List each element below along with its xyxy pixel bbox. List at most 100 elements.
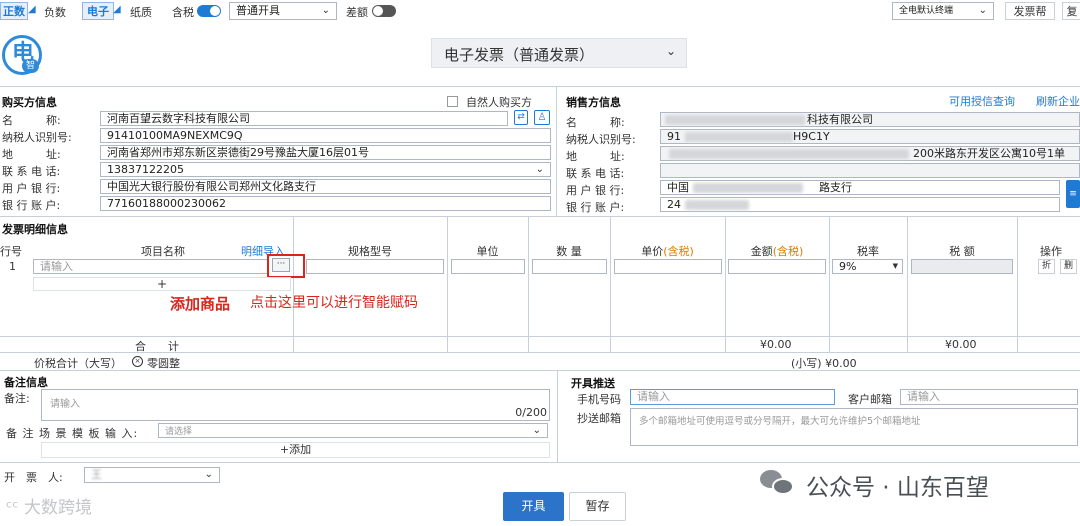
template-select[interactable]: 请选择 ⌄: [158, 423, 548, 438]
spec-input[interactable]: [306, 259, 444, 274]
buyer-name-field[interactable]: 河南百望云数字科技有限公司: [100, 111, 508, 126]
total-divider: [0, 336, 1080, 337]
caret-down-icon: ▼: [892, 262, 898, 270]
natural-person-checkbox[interactable]: [447, 96, 458, 107]
buyer-phone-field[interactable]: 13837122205 ⌄: [100, 162, 551, 177]
buyer-account-field[interactable]: 77160188000230062: [100, 196, 551, 211]
annotation-add-item: 添加商品: [170, 295, 231, 313]
seller-bank-suffix: 路支行: [819, 181, 852, 194]
seller-name-field: 科技有限公司: [660, 112, 1080, 127]
help-button[interactable]: 发票帮: [1005, 2, 1055, 20]
phone-input[interactable]: 请输入: [630, 389, 835, 405]
total-tax: ¥0.00: [945, 338, 977, 351]
seller-bank-button[interactable]: ≡: [1066, 180, 1080, 208]
col-divider: [1017, 216, 1018, 352]
add-row-button[interactable]: +: [33, 277, 291, 291]
issue-button[interactable]: 开具: [503, 492, 564, 521]
electronic-check-icon: ◢: [113, 4, 121, 15]
tax-included-toggle[interactable]: [197, 5, 221, 17]
negative-invoice-button[interactable]: 负数: [44, 4, 66, 20]
buyer-title: 购买方信息: [2, 96, 57, 109]
col-spec: 规格型号: [348, 245, 392, 258]
difference-label: 差额: [346, 6, 368, 19]
price-input[interactable]: [614, 259, 722, 274]
seller-bank-prefix: 中国: [667, 181, 689, 194]
copy-button[interactable]: 复: [1062, 2, 1080, 20]
seller-title: 销售方信息: [566, 96, 621, 109]
col-qty: 数 量: [556, 245, 582, 258]
redacted-block: [669, 149, 909, 159]
watermark-left: ᶜᶜ 大数跨境: [6, 493, 92, 518]
issuer-select[interactable]: 王 ⌄: [84, 467, 220, 483]
col-divider: [907, 216, 908, 352]
grand-divider: [0, 352, 1080, 353]
buyer-phone-label: 联 系 电 话:: [2, 165, 61, 178]
buyer-taxid-field[interactable]: 91410100MA9NEXMC9Q: [100, 128, 551, 143]
buyer-bank-label: 用 户 银 行:: [2, 182, 61, 195]
tax-amount-field: [911, 259, 1013, 274]
seller-section: 销售方信息 可用授信查询 刷新企业 名 称: 科技有限公司 纳税人识别号: 91…: [560, 88, 1080, 215]
col-divider: [528, 216, 529, 352]
buyer-name-value: 河南百望云数字科技有限公司: [107, 112, 250, 125]
invoice-type-value: 电子发票（普通发票）: [444, 46, 595, 64]
remarks-placeholder: 请输入: [50, 399, 80, 410]
col-divider: [829, 216, 830, 352]
col-amount-label: 金额: [750, 245, 773, 258]
seller-address-field: 200米路东开发区公寓10号1单: [660, 146, 1080, 161]
invoice-type-select[interactable]: 电子发票（普通发票） ⌄: [431, 38, 687, 68]
seller-account-field[interactable]: 24: [660, 197, 1060, 212]
unit-input[interactable]: [451, 259, 525, 274]
wechat-icon: [760, 470, 796, 496]
col-amount-tag: (含税): [772, 245, 804, 258]
normal-invoice-button[interactable]: 正数: [0, 2, 28, 20]
difference-toggle[interactable]: [372, 5, 396, 17]
add-template-button[interactable]: +添加: [41, 442, 550, 458]
remarks-textarea[interactable]: 请输入 0/200: [41, 389, 550, 421]
email-input[interactable]: 请输入: [900, 389, 1078, 405]
buyer-address-value: 河南省郑州市郑东新区崇德街29号豫盐大厦16层01号: [107, 146, 369, 159]
refresh-company-link[interactable]: 刷新企业: [1036, 93, 1080, 109]
phone-placeholder: 请输入: [637, 390, 670, 403]
buyer-bank-field[interactable]: 中国光大银行股份有限公司郑州文化路支行: [100, 179, 551, 194]
issue-mode-select[interactable]: 普通开具 ⌄: [229, 2, 337, 20]
parties-divider: [0, 216, 1080, 217]
paper-invoice-button[interactable]: 纸质: [130, 4, 152, 20]
electronic-invoice-button[interactable]: 电子: [82, 2, 114, 20]
buyer-address-field[interactable]: 河南省郑州市郑东新区崇德街29号豫盐大厦16层01号: [100, 145, 551, 160]
redacted-block: [693, 183, 803, 193]
chevron-down-icon: ⌄: [204, 469, 213, 480]
seller-address-label: 地 址:: [566, 150, 625, 163]
col-divider: [293, 216, 294, 352]
terminal-select[interactable]: 全电默认终端 ⌄: [892, 2, 994, 20]
save-draft-button[interactable]: 暂存: [569, 492, 626, 521]
row-no-value: 1: [9, 260, 16, 273]
tax-included-label: 含税: [172, 6, 194, 19]
col-price: 单价(含税): [610, 243, 725, 259]
chevron-down-icon: ⌄: [321, 5, 330, 16]
col-amount: 金额(含税): [725, 243, 829, 259]
seller-taxid-label: 纳税人识别号:: [566, 133, 636, 146]
swap-icon[interactable]: ⇄: [514, 110, 528, 125]
rate-select[interactable]: 9% ▼: [832, 259, 903, 274]
qty-input[interactable]: [532, 259, 607, 274]
seller-phone-field: [660, 163, 1080, 178]
buyer-seller-divider: [556, 86, 557, 216]
redacted-block: [665, 115, 805, 125]
watermark-left-text: 大数跨境: [24, 498, 92, 518]
item-name-input[interactable]: 请输入: [33, 259, 269, 274]
credit-query-link[interactable]: 可用授信查询: [949, 93, 1015, 109]
amount-input[interactable]: [728, 259, 826, 274]
cc-textarea[interactable]: 多个邮箱地址可使用逗号或分号隔开，最大可允许维护5个邮箱地址: [630, 408, 1078, 446]
seller-bank-field[interactable]: 中国 路支行: [660, 180, 1060, 195]
header-divider: [0, 86, 1080, 87]
terminal-value: 全电默认终端: [899, 6, 954, 16]
contact-icon[interactable]: ♙: [534, 110, 550, 125]
buyer-taxid-label: 纳税人识别号:: [2, 131, 72, 144]
item-name-placeholder: 请输入: [40, 260, 73, 273]
buyer-bank-value: 中国光大银行股份有限公司郑州文化路支行: [107, 180, 316, 193]
delete-row-button[interactable]: 删: [1060, 259, 1077, 274]
cc-label: 抄送邮箱: [577, 412, 621, 425]
natural-person-label: 自然人购买方: [466, 96, 532, 109]
discount-button[interactable]: 折: [1038, 259, 1055, 274]
email-label: 客户邮箱: [848, 393, 892, 406]
